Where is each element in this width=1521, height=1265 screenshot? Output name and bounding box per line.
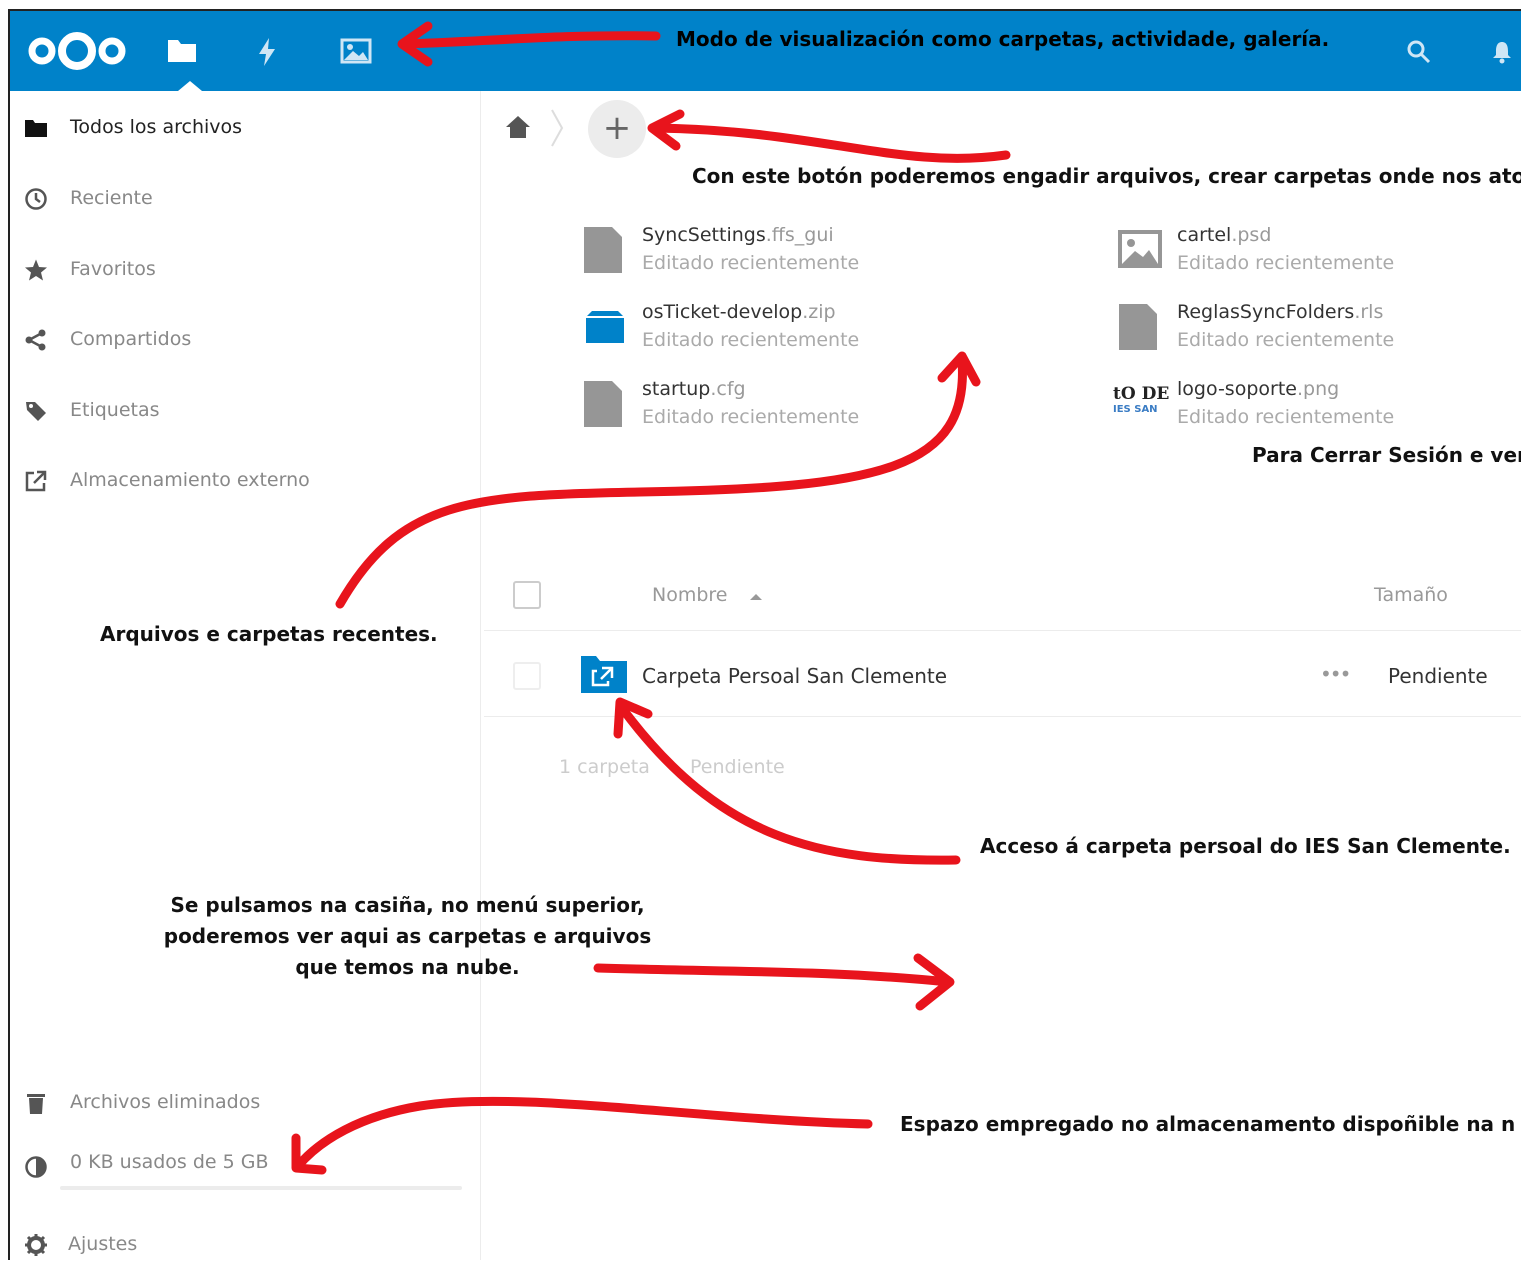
gear-icon — [25, 1234, 47, 1256]
nextcloud-logo[interactable] — [22, 29, 132, 73]
sidebar: Todos los archivos Reciente Favoritos Co… — [10, 91, 481, 1260]
annotation-home: Se pulsamos na casiña, no menú superior,… — [163, 893, 652, 979]
recent-file-name: SyncSettings.ffs_gui — [642, 224, 834, 246]
sidebar-item-external-storage[interactable]: Almacenamiento externo — [10, 461, 480, 501]
file-icon — [584, 227, 622, 273]
summary-size: Pendiente — [690, 756, 785, 778]
sidebar-item-settings[interactable]: Ajustes — [10, 1225, 480, 1265]
sidebar-item-label: Favoritos — [70, 258, 156, 280]
sidebar-item-label: Reciente — [70, 187, 153, 209]
recent-file[interactable]: tO DE IES SAN logo-soporte.png Editado r… — [1113, 378, 1521, 438]
recent-file-name: ReglasSyncFolders.rls — [1177, 301, 1384, 323]
sidebar-item-recent[interactable]: Reciente — [10, 179, 480, 219]
add-new-button[interactable]: + — [588, 100, 646, 158]
recent-file[interactable]: cartel.psd Editado recientemente — [1117, 224, 1521, 284]
external-link-icon — [25, 470, 47, 492]
sidebar-item-all-files[interactable]: Todos los archivos — [10, 108, 480, 148]
breadcrumb-separator-icon — [551, 109, 564, 147]
plus-icon: + — [602, 108, 632, 148]
row-checkbox[interactable] — [513, 662, 541, 690]
annotation-header: Modo de visualización como carpetas, act… — [676, 27, 1330, 51]
recent-file[interactable]: ReglasSyncFolders.rls Editado recienteme… — [1117, 301, 1521, 361]
row-file-name[interactable]: Carpeta Persoal San Clemente — [642, 664, 947, 688]
annotation-add-button: Con este botón poderemos engadir arquivo… — [692, 164, 1521, 188]
recent-file-name: cartel.psd — [1177, 224, 1272, 246]
package-icon — [586, 311, 624, 343]
file-icon — [584, 381, 622, 427]
file-table-header: Nombre Tamaño — [484, 560, 1521, 631]
top-header: Modo de visualización como carpetas, act… — [10, 11, 1521, 91]
annotation-logout: Para Cerrar Sesión e ver — [1252, 443, 1521, 467]
share-icon — [25, 329, 46, 351]
folder-icon — [25, 120, 47, 137]
recent-file-name: logo-soporte.png — [1177, 378, 1340, 400]
recent-file-status: Editado recientemente — [1177, 329, 1395, 351]
lightning-icon[interactable] — [256, 37, 278, 67]
sort-ascending-icon — [750, 594, 762, 600]
quota-label: 0 KB usados de 5 GB — [70, 1151, 269, 1173]
sidebar-item-label: Compartidos — [70, 328, 192, 350]
pie-chart-icon — [25, 1156, 47, 1178]
star-icon — [25, 259, 47, 281]
recent-file[interactable]: osTicket-develop.zip Editado recientemen… — [582, 301, 1002, 361]
sidebar-item-label: Etiquetas — [70, 399, 160, 421]
more-options-icon[interactable]: ••• — [1320, 662, 1351, 686]
select-all-checkbox[interactable] — [513, 581, 541, 609]
clock-icon — [25, 188, 47, 210]
tag-icon — [26, 402, 46, 421]
column-name[interactable]: Nombre — [652, 584, 728, 606]
table-row[interactable]: Carpeta Persoal San Clemente ••• Pendien… — [484, 632, 1521, 717]
home-icon[interactable] — [505, 115, 531, 139]
sidebar-item-shared[interactable]: Compartidos — [10, 320, 480, 360]
recent-file[interactable]: SyncSettings.ffs_gui Editado recientemen… — [582, 224, 1002, 284]
sidebar-item-label: Ajustes — [68, 1233, 138, 1255]
file-icon — [1119, 304, 1157, 350]
image-file-icon — [1118, 230, 1162, 268]
sidebar-item-tags[interactable]: Etiquetas — [10, 391, 480, 431]
sidebar-item-label: Archivos eliminados — [70, 1091, 261, 1113]
summary-folder-count: 1 carpeta — [559, 756, 650, 778]
thumbnail-icon: tO DE IES SAN — [1113, 384, 1170, 415]
recent-file-status: Editado recientemente — [1177, 406, 1395, 428]
recent-file[interactable]: startup.cfg Editado recientemente — [582, 378, 1002, 438]
recent-file-status: Editado recientemente — [642, 329, 860, 351]
sidebar-item-trash[interactable]: Archivos eliminados — [10, 1083, 480, 1123]
image-icon[interactable] — [340, 37, 372, 65]
folder-icon[interactable] — [167, 37, 197, 63]
annotation-recent: Arquivos e carpetas recentes. — [100, 622, 438, 646]
annotation-personal-folder: Acceso á carpeta persoal do IES San Clem… — [980, 834, 1511, 858]
active-nav-indicator — [178, 81, 202, 91]
recent-file-name: startup.cfg — [642, 378, 746, 400]
recent-file-status: Editado recientemente — [642, 252, 860, 274]
shared-folder-icon — [581, 656, 627, 693]
recent-file-status: Editado recientemente — [1177, 252, 1395, 274]
annotation-storage: Espazo empregado no almacenamento dispoñ… — [900, 1112, 1516, 1136]
sidebar-item-label: Todos los archivos — [70, 116, 243, 138]
search-icon[interactable] — [1406, 39, 1432, 65]
column-size[interactable]: Tamaño — [1374, 584, 1448, 606]
row-size: Pendiente — [1388, 664, 1488, 688]
bell-icon[interactable] — [1490, 39, 1514, 65]
sidebar-quota: 0 KB usados de 5 GB — [10, 1143, 480, 1183]
trash-icon — [27, 1094, 45, 1114]
recent-file-status: Editado recientemente — [642, 406, 860, 428]
quota-progress-bar — [60, 1186, 462, 1190]
sidebar-item-label: Almacenamiento externo — [70, 469, 310, 491]
recent-file-name: osTicket-develop.zip — [642, 301, 836, 323]
sidebar-item-favorites[interactable]: Favoritos — [10, 250, 480, 290]
